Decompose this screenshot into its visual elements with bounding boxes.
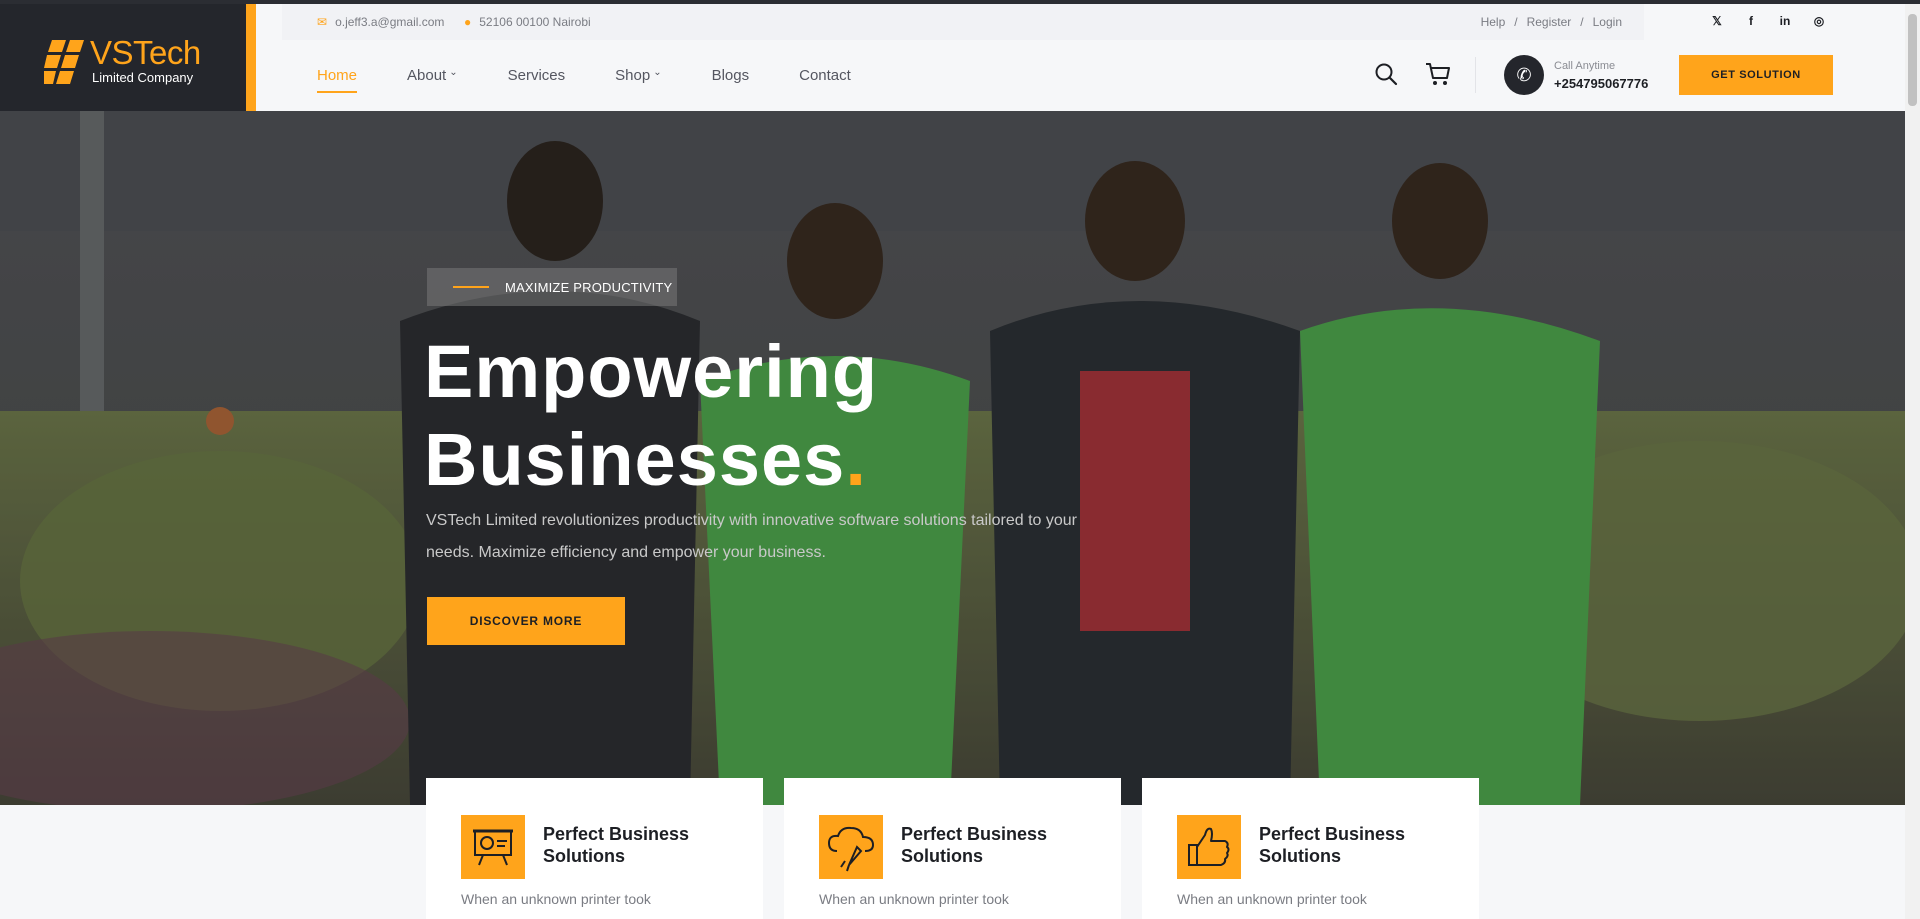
linkedin-icon[interactable]: in — [1778, 14, 1792, 28]
chevron-down-icon: ⌄ — [653, 67, 662, 78]
nav-item-home[interactable]: Home — [317, 67, 358, 93]
nav-label: Services — [507, 67, 566, 84]
solar-panel-logo-icon — [44, 40, 84, 84]
nav-item-about[interactable]: About ⌄ — [407, 67, 458, 84]
map-pin-icon: ● — [464, 15, 472, 29]
nav-item-shop[interactable]: Shop ⌄ — [615, 67, 661, 84]
feature-card[interactable]: Perfect Business Solutions When an unkno… — [426, 778, 763, 919]
feature-description: When an unknown printer took — [819, 891, 1009, 907]
hero-tag-text: MAXIMIZE PRODUCTIVITY — [505, 279, 673, 295]
hero-background-photo — [0, 111, 1905, 805]
hero-tagline: MAXIMIZE PRODUCTIVITY — [427, 268, 677, 306]
chevron-down-icon: ⌄ — [449, 67, 458, 78]
hero-title-dot: . — [845, 418, 867, 501]
phone-icon[interactable]: ✆ — [1504, 55, 1544, 95]
cart-icon[interactable] — [1424, 60, 1452, 88]
logo-accent-bar — [246, 4, 256, 111]
hero-title-line2: Businesses — [424, 418, 846, 501]
brand-name: VSTech — [90, 34, 201, 71]
nav-item-services[interactable]: Services — [508, 67, 566, 84]
feature-title: Perfect Business Solutions — [1259, 824, 1406, 866]
instagram-icon[interactable]: ◎ — [1812, 14, 1826, 28]
thumbs-up-icon — [1177, 815, 1241, 879]
feature-card[interactable]: Perfect Business Solutions When an unkno… — [784, 778, 1121, 919]
nav-label: About — [407, 67, 447, 84]
social-links: 𝕏 f in ◎ — [1710, 14, 1826, 28]
feature-description: When an unknown printer took — [461, 891, 651, 907]
register-link[interactable]: Register — [1527, 15, 1572, 29]
address-text: 52106 00100 Nairobi — [479, 15, 591, 29]
nav-label: Shop — [615, 67, 651, 84]
nav-label: Home — [317, 67, 358, 84]
cloud-rocket-icon — [819, 815, 883, 879]
facebook-icon[interactable]: f — [1744, 14, 1758, 28]
envelope-icon: ✉ — [317, 15, 328, 29]
email-info[interactable]: ✉ o.jeff3.a@gmail.com — [317, 15, 444, 29]
top-info-bar: ✉ o.jeff3.a@gmail.com ● 52106 00100 Nair… — [282, 4, 1644, 40]
address-info: ● 52106 00100 Nairobi — [464, 15, 591, 29]
nav-label: Blogs — [711, 67, 750, 84]
twitter-icon[interactable]: 𝕏 — [1710, 14, 1724, 28]
email-text: o.jeff3.a@gmail.com — [335, 15, 445, 29]
nav-item-contact[interactable]: Contact — [799, 67, 851, 84]
tagline-accent-line — [453, 286, 489, 288]
call-label: Call Anytime — [1554, 60, 1616, 72]
get-solution-button[interactable]: GET SOLUTION — [1679, 55, 1833, 95]
hero-description: VSTech Limited revolutionizes productivi… — [426, 512, 1077, 561]
nav-item-blogs[interactable]: Blogs — [712, 67, 750, 84]
discover-more-button[interactable]: DISCOVER MORE — [427, 597, 625, 645]
help-link[interactable]: Help — [1481, 15, 1506, 29]
hero-title: Empowering Businesses. — [424, 328, 878, 504]
feature-title: Perfect Business Solutions — [543, 824, 690, 866]
hero-section: MAXIMIZE PRODUCTIVITY Empowering Busines… — [0, 111, 1905, 805]
nav-divider — [1475, 57, 1476, 93]
brand-tagline: Limited Company — [92, 70, 194, 85]
page-scrollbar[interactable] — [1905, 4, 1920, 919]
feature-card[interactable]: Perfect Business Solutions When an unkno… — [1142, 778, 1479, 919]
login-link[interactable]: Login — [1593, 15, 1622, 29]
nav-label: Contact — [799, 67, 851, 84]
feature-description: When an unknown printer took — [1177, 891, 1367, 907]
feature-title: Perfect Business Solutions — [901, 824, 1048, 866]
logo[interactable]: VSTech Limited Company — [0, 4, 246, 111]
main-nav: Home About ⌄ Services Shop ⌄ Blogs Contact — [317, 67, 851, 93]
account-links: Help / Register / Login — [1480, 15, 1622, 29]
hero-title-line1: Empowering — [424, 330, 879, 413]
scrollbar-thumb[interactable] — [1908, 14, 1917, 106]
presentation-board-icon — [461, 815, 525, 879]
call-number[interactable]: +254795067776 — [1554, 76, 1648, 91]
search-icon[interactable] — [1374, 62, 1398, 86]
